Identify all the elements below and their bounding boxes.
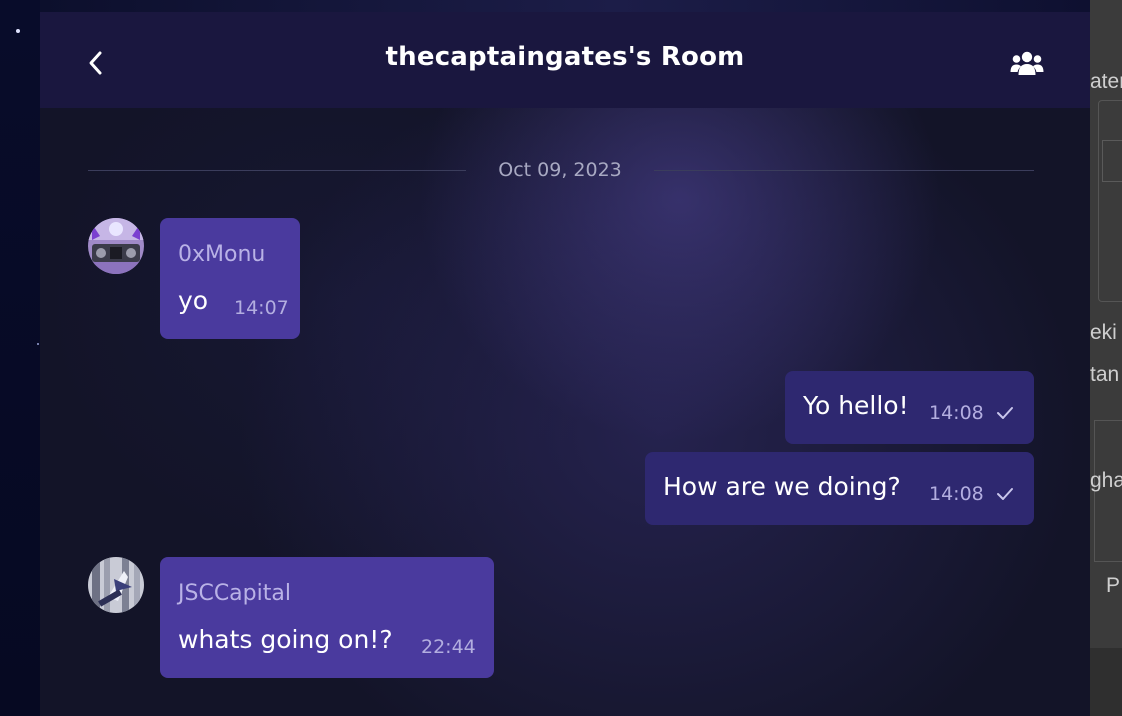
message-bubble[interactable]: 0xMonu yo 14:07 [160, 218, 300, 339]
check-icon [997, 488, 1013, 500]
app-window: ater eki tan gha P thecaptaingates's Roo… [0, 0, 1122, 716]
message-time: 22:44 [421, 636, 476, 658]
divider-line [88, 170, 466, 171]
star-dot [37, 343, 39, 345]
map-label: gha [1090, 469, 1122, 492]
message-text: How are we doing? [663, 472, 901, 501]
message-time: 14:07 [234, 297, 289, 319]
message-text: Yo hello! [803, 391, 909, 420]
message-bubble[interactable]: How are we doing? 14:08 [645, 452, 1034, 525]
chat-room-panel: thecaptaingates's Room Oct 09, 2023 0xMo… [40, 0, 1090, 716]
message-sender: 0xMonu [178, 242, 266, 267]
map-label: P [1106, 574, 1121, 597]
room-title: thecaptaingates's Room [385, 42, 745, 72]
avatar[interactable] [88, 218, 144, 274]
divider-line [654, 170, 1034, 171]
map-label: ater [1090, 70, 1122, 93]
users-icon [1010, 51, 1044, 75]
star-dot [16, 29, 20, 33]
message-bubble[interactable]: JSCCapital whats going on!? 22:44 [160, 557, 494, 678]
top-edge [40, 0, 1090, 12]
date-label: Oct 09, 2023 [498, 159, 622, 181]
check-icon [997, 407, 1013, 419]
message-bubble[interactable]: Yo hello! 14:08 [785, 371, 1034, 444]
message-time: 14:08 [929, 402, 984, 424]
message-text: yo [178, 286, 209, 315]
background-map: ater eki tan gha P [1090, 0, 1122, 716]
user-avatar-image [88, 218, 144, 274]
room-members-button[interactable] [1010, 50, 1044, 76]
message-time: 14:08 [929, 483, 984, 505]
message-sender: JSCCapital [178, 581, 291, 606]
left-background-strip [0, 0, 40, 716]
chat-header: thecaptaingates's Room [40, 12, 1090, 108]
map-label: tan [1090, 363, 1120, 386]
date-divider: Oct 09, 2023 [88, 156, 1034, 186]
map-label: eki [1090, 321, 1117, 344]
avatar[interactable] [88, 557, 144, 613]
message-text: whats going on!? [178, 625, 393, 654]
user-avatar-image [88, 557, 144, 613]
map-dark-area [1090, 648, 1122, 716]
